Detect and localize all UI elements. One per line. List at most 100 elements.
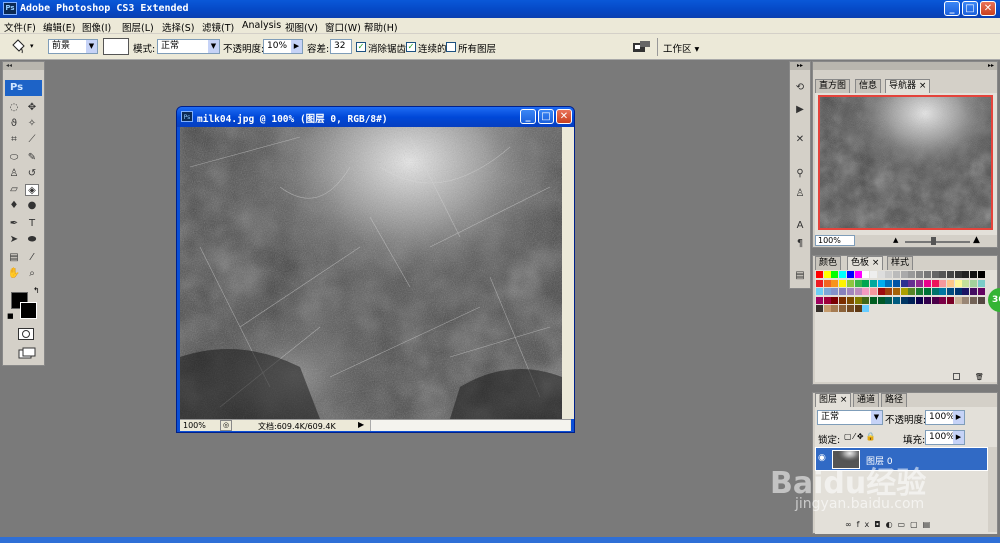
color-swatch[interactable] (977, 279, 985, 287)
color-swatch[interactable] (962, 296, 970, 304)
menu-file[interactable]: 文件(F) (4, 20, 36, 34)
palette-well-icon[interactable] (632, 40, 652, 54)
move-tool-icon[interactable]: ✥ (25, 102, 39, 114)
layer-opacity-input[interactable]: 100% ▶ (925, 410, 965, 425)
tab-navigator[interactable]: 导航器 × (885, 79, 931, 93)
color-swatch[interactable] (854, 279, 862, 287)
color-swatch[interactable] (816, 296, 823, 304)
color-swatch[interactable] (839, 288, 847, 295)
color-swatch[interactable] (869, 288, 877, 295)
clone-source-panel-icon[interactable]: ♙ (793, 188, 807, 200)
color-swatch[interactable] (900, 296, 908, 304)
zoom-tool-icon[interactable]: ⌕ (25, 268, 39, 280)
color-swatch[interactable] (931, 288, 939, 295)
color-swatch[interactable] (900, 288, 908, 295)
horizontal-scrollbar[interactable] (370, 420, 570, 431)
color-swatch[interactable] (939, 271, 947, 278)
swatch-grid[interactable] (815, 270, 985, 340)
panel-collapse-icon[interactable]: ▸▸ (813, 62, 997, 70)
color-swatch[interactable] (846, 288, 854, 295)
color-swatch[interactable] (977, 296, 985, 304)
color-swatch[interactable] (931, 279, 939, 287)
color-swatch[interactable] (970, 271, 977, 278)
close-icon[interactable]: × (919, 81, 927, 91)
blend-mode-select[interactable]: 正常 ▼ (817, 410, 883, 425)
status-icon[interactable]: ◎ (220, 420, 232, 431)
eyedropper-tool-icon[interactable]: ⁄ (25, 252, 39, 264)
color-swatch[interactable] (869, 271, 877, 278)
quick-mask-icon[interactable] (18, 328, 34, 340)
zoom-in-icon[interactable]: ▲ (973, 235, 980, 245)
menu-edit[interactable]: 编辑(E) (43, 20, 75, 34)
color-swatch[interactable] (862, 279, 870, 287)
color-swatch[interactable] (923, 279, 931, 287)
tab-channels[interactable]: 通道 (853, 393, 880, 407)
color-swatch[interactable] (916, 279, 924, 287)
history-panel-icon[interactable]: ⟲ (793, 82, 807, 94)
color-swatch[interactable] (823, 271, 831, 278)
zoom-slider-track[interactable] (905, 241, 970, 243)
color-swatch[interactable] (962, 279, 970, 287)
eraser-tool-icon[interactable]: ▱ (7, 184, 21, 196)
pattern-picker[interactable] (103, 38, 129, 55)
color-swatch[interactable] (908, 271, 916, 278)
color-swatch[interactable] (823, 305, 831, 312)
color-swatch[interactable] (831, 288, 839, 295)
color-swatch[interactable] (816, 288, 823, 295)
shape-tool-icon[interactable]: ⬬ (25, 234, 39, 246)
color-swatch[interactable] (885, 271, 893, 278)
color-swatch[interactable] (970, 279, 977, 287)
color-swatch[interactable] (908, 288, 916, 295)
color-swatch[interactable] (946, 271, 954, 278)
lock-icons[interactable]: ▢⁄✥🔒 (844, 432, 878, 441)
color-swatch[interactable] (939, 296, 947, 304)
menu-layer[interactable]: 图层(L) (122, 20, 154, 34)
color-swatch[interactable] (962, 271, 970, 278)
color-swatch[interactable] (839, 279, 847, 287)
paint-bucket-tool-preset-icon[interactable] (10, 39, 26, 54)
vertical-scrollbar[interactable] (562, 127, 574, 419)
tab-info[interactable]: 信息 (855, 79, 882, 93)
color-swatch[interactable] (816, 305, 823, 312)
color-swatch[interactable] (931, 296, 939, 304)
color-swatch[interactable] (893, 271, 900, 278)
color-swatch[interactable] (939, 279, 947, 287)
marquee-tool-icon[interactable]: ◌ (7, 102, 21, 114)
color-swatch[interactable] (862, 271, 870, 278)
brushes-panel-icon[interactable]: ⚲ (793, 168, 807, 180)
color-swatch[interactable] (931, 271, 939, 278)
color-swatch[interactable] (869, 296, 877, 304)
color-swatch[interactable] (885, 279, 893, 287)
color-swatch[interactable] (831, 271, 839, 278)
document-title-bar[interactable]: Ps milk04.jpg @ 100% (图层 0, RGB/8#) _ □ … (177, 107, 574, 127)
paint-bucket-tool-icon[interactable]: ◈ (25, 184, 39, 196)
color-swatch[interactable] (854, 305, 862, 312)
type-tool-icon[interactable]: T (25, 218, 39, 230)
color-swatch[interactable] (900, 279, 908, 287)
menu-help[interactable]: 帮助(H) (364, 20, 398, 34)
close-icon[interactable]: × (872, 258, 880, 268)
color-swatch[interactable] (893, 288, 900, 295)
color-swatch[interactable] (977, 288, 985, 295)
color-swatch[interactable] (962, 288, 970, 295)
color-swatch[interactable] (900, 271, 908, 278)
color-swatch[interactable] (954, 296, 962, 304)
color-swatch[interactable] (869, 279, 877, 287)
color-swatch[interactable] (916, 288, 924, 295)
color-swatch[interactable] (885, 296, 893, 304)
tab-layers[interactable]: 图层 × (815, 393, 852, 407)
actions-panel-icon[interactable]: ▶ (793, 104, 807, 116)
mask-icon[interactable]: ◘ (874, 520, 885, 529)
background-color-swatch[interactable] (20, 302, 37, 319)
color-swatch[interactable] (908, 279, 916, 287)
color-swatch[interactable] (923, 296, 931, 304)
mode-select[interactable]: 正常 ▼ (157, 39, 220, 54)
layer-comps-panel-icon[interactable]: ▤ (793, 270, 807, 282)
color-swatch[interactable] (939, 288, 947, 295)
menu-image[interactable]: 图像(I) (82, 20, 111, 34)
workspace-menu-button[interactable]: 工作区 ▾ (663, 41, 699, 55)
color-swatch[interactable] (946, 296, 954, 304)
menu-view[interactable]: 视图(V) (285, 20, 318, 34)
color-swatch[interactable] (846, 279, 854, 287)
color-swatch[interactable] (977, 271, 985, 278)
